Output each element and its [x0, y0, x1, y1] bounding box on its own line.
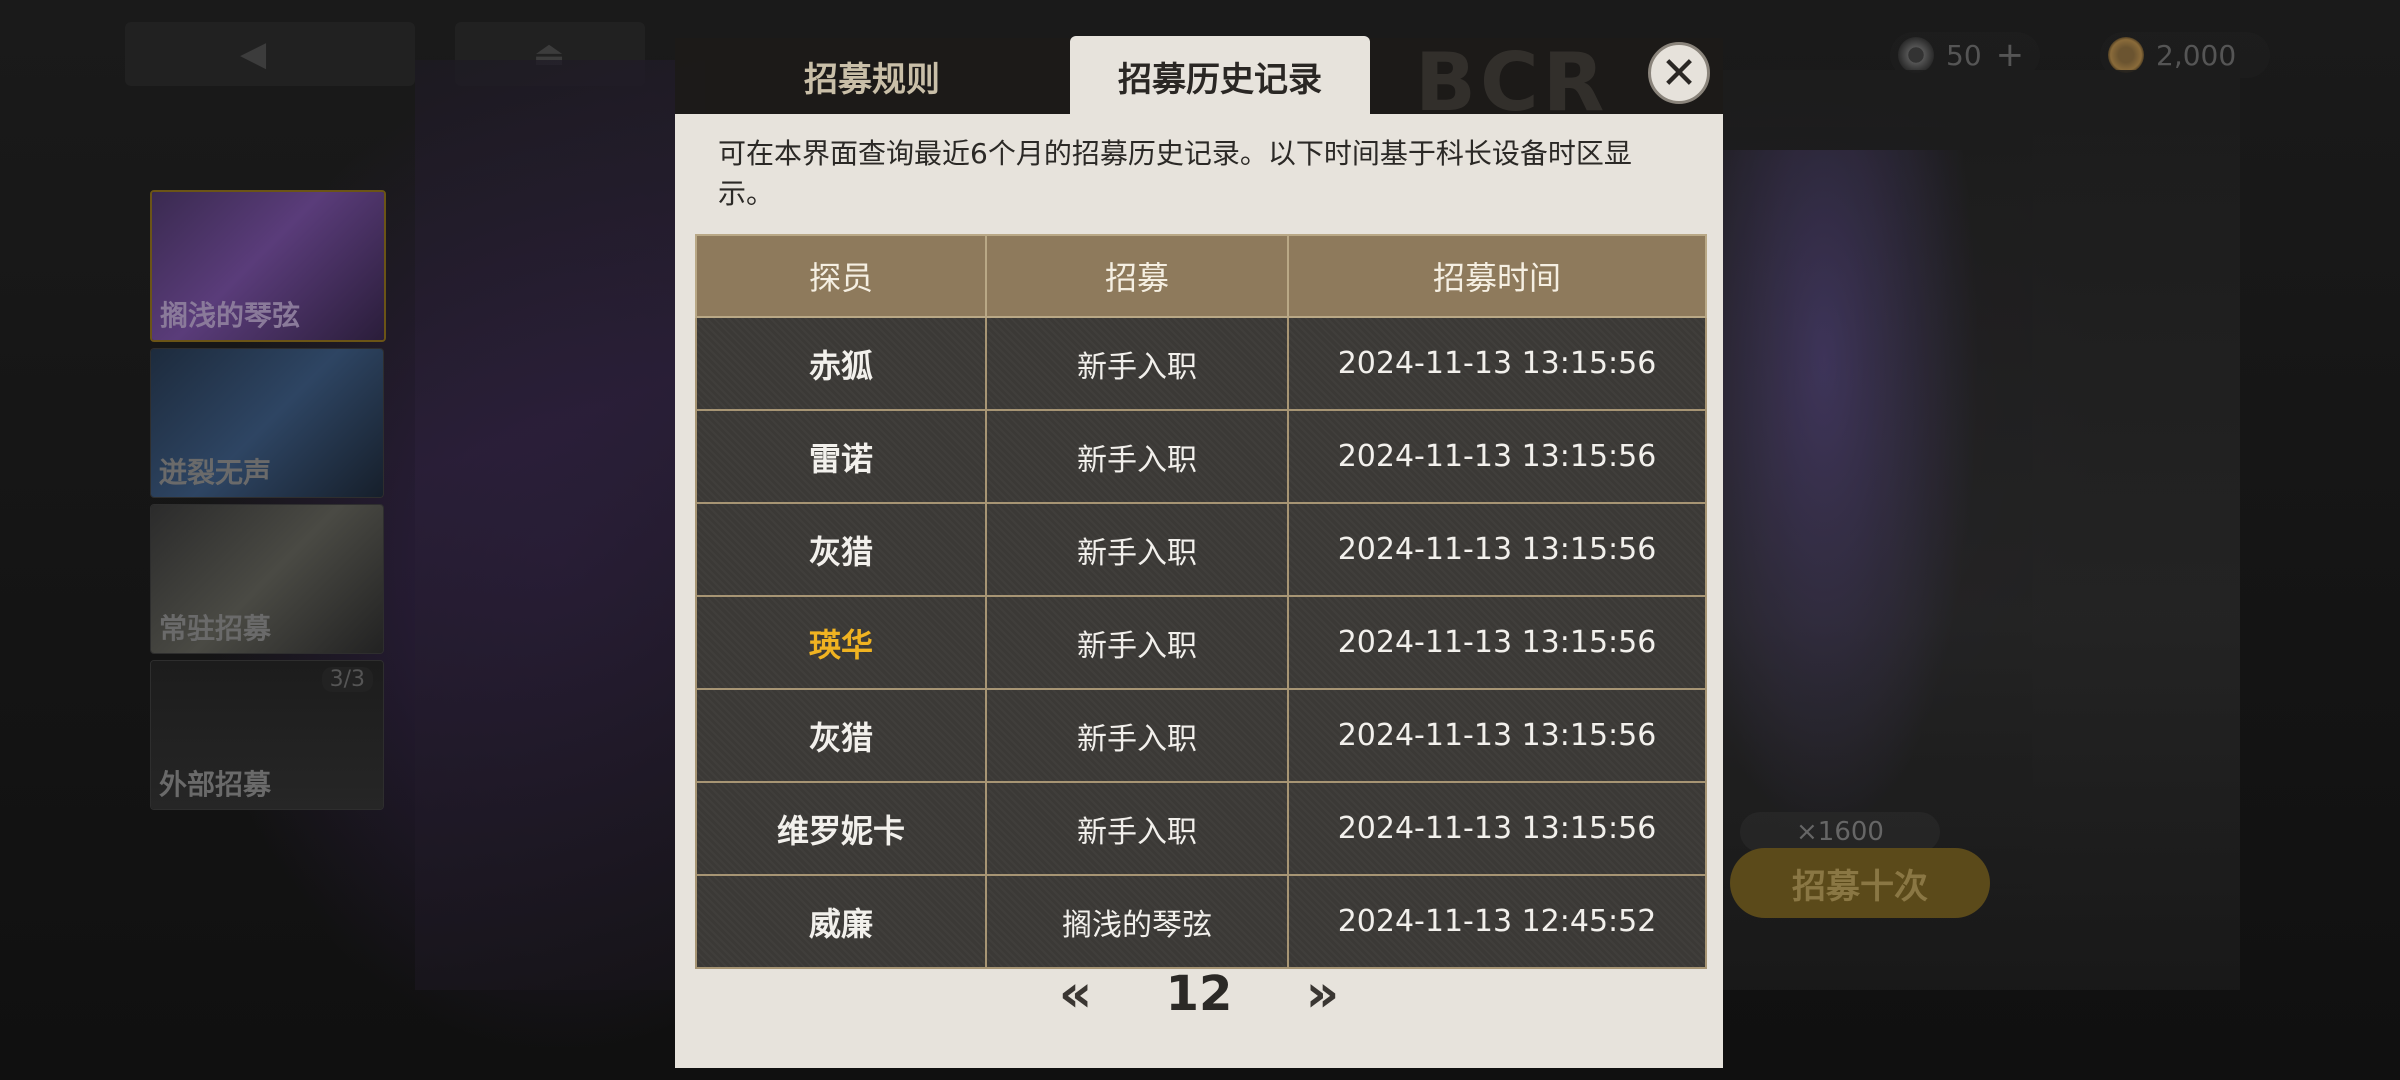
agent-name: 灰猎: [695, 688, 987, 783]
recruit-pool: 新手入职: [985, 502, 1289, 597]
modal-tab-bar: 招募规则 BCR 招募历史记录 ✕: [675, 36, 1723, 129]
close-icon: ✕: [1660, 47, 1698, 99]
back-arrow-icon: ◀: [240, 34, 267, 74]
banner-tab-label: 常驻招募: [159, 612, 272, 645]
recruit-pool: 新手入职: [985, 409, 1289, 504]
recruit-pool: 新手入职: [985, 781, 1289, 876]
current-page-number: 12: [1165, 966, 1233, 1022]
recruit-time: 2024-11-13 13:15:56: [1287, 502, 1707, 597]
agent-name: 雷诺: [695, 409, 987, 504]
banner-tab-label: 搁浅的琴弦: [160, 299, 301, 332]
banner-tab-label: 迸裂无声: [159, 456, 272, 489]
banner-tab-stranded-strings[interactable]: 搁浅的琴弦: [150, 190, 386, 342]
currency-disc-value: 50: [1946, 38, 1982, 72]
modal-panel: 可在本界面查询最近6个月的招募历史记录。以下时间基于科长设备时区显示。 探员 招…: [675, 114, 1723, 1068]
header-recruit-time: 招募时间: [1287, 234, 1707, 318]
recruit-time: 2024-11-13 13:15:56: [1287, 316, 1707, 411]
table-row: 灰猎 新手入职 2024-11-13 13:15:56: [695, 688, 1707, 783]
banner-count-badge: 3/3: [321, 667, 373, 692]
currency-gold-value: 2,000: [2156, 38, 2237, 72]
banner-tab-external[interactable]: 3/3 外部招募: [150, 660, 384, 810]
recruit-cost: ×1600: [1740, 812, 1940, 852]
gold-coin-icon: [2108, 37, 2144, 73]
table-row: 维罗妮卡 新手入职 2024-11-13 13:15:56: [695, 781, 1707, 876]
recruit-ten-button[interactable]: 招募十次: [1730, 848, 1990, 918]
history-description: 可在本界面查询最近6个月的招募历史记录。以下时间基于科长设备时区显示。: [718, 137, 1632, 210]
header-agent: 探员: [695, 234, 987, 318]
recruit-time: 2024-11-13 13:15:56: [1287, 595, 1707, 690]
banner-character-art: [415, 60, 705, 990]
banner-key-art: [1720, 150, 1980, 850]
table-header-row: 探员 招募 招募时间: [695, 234, 1707, 318]
recruit-time: 2024-11-13 13:15:56: [1287, 409, 1707, 504]
close-button[interactable]: ✕: [1648, 42, 1710, 104]
agent-name: 维罗妮卡: [695, 781, 987, 876]
table-row: 雷诺 新手入职 2024-11-13 13:15:56: [695, 409, 1707, 504]
banner-tab-silent-burst[interactable]: 迸裂无声: [150, 348, 384, 498]
prev-page-button[interactable]: «: [1046, 964, 1106, 1024]
recruit-time: 2024-11-13 13:15:56: [1287, 781, 1707, 876]
recruit-history-modal: 招募规则 BCR 招募历史记录 ✕ 可在本界面查询最近6个月的招募历史记录。以下…: [675, 36, 1723, 1068]
tab-recruit-history[interactable]: 招募历史记录: [1070, 36, 1370, 116]
table-row: 赤狐 新手入职 2024-11-13 13:15:56: [695, 316, 1707, 411]
banner-tab-list: 搁浅的琴弦 迸裂无声 常驻招募 3/3 外部招募: [150, 190, 386, 816]
table-row: 灰猎 新手入职 2024-11-13 13:15:56: [695, 502, 1707, 597]
table-row: 瑛华 新手入职 2024-11-13 13:15:56: [695, 595, 1707, 690]
recruit-pool: 新手入职: [985, 595, 1289, 690]
disc-icon: [1898, 37, 1934, 73]
agent-name: 灰猎: [695, 502, 987, 597]
banner-tab-label: 外部招募: [159, 768, 272, 801]
tab-recruit-rules[interactable]: 招募规则: [675, 38, 1069, 114]
agent-name-highlighted: 瑛华: [695, 595, 987, 690]
next-page-button[interactable]: »: [1292, 964, 1352, 1024]
recruit-pool: 新手入职: [985, 688, 1289, 783]
pagination: « 12 »: [675, 954, 1723, 1034]
header-recruit: 招募: [985, 234, 1289, 318]
history-table: 探员 招募 招募时间 赤狐 新手入职 2024-11-13 13:15:56 雷…: [695, 234, 1707, 969]
banner-tab-standard[interactable]: 常驻招募: [150, 504, 384, 654]
agent-name: 赤狐: [695, 316, 987, 411]
recruit-pool: 新手入职: [985, 316, 1289, 411]
add-currency-button[interactable]: +: [1996, 35, 2025, 75]
recruit-time: 2024-11-13 13:15:56: [1287, 688, 1707, 783]
back-button[interactable]: ◀: [125, 22, 415, 86]
